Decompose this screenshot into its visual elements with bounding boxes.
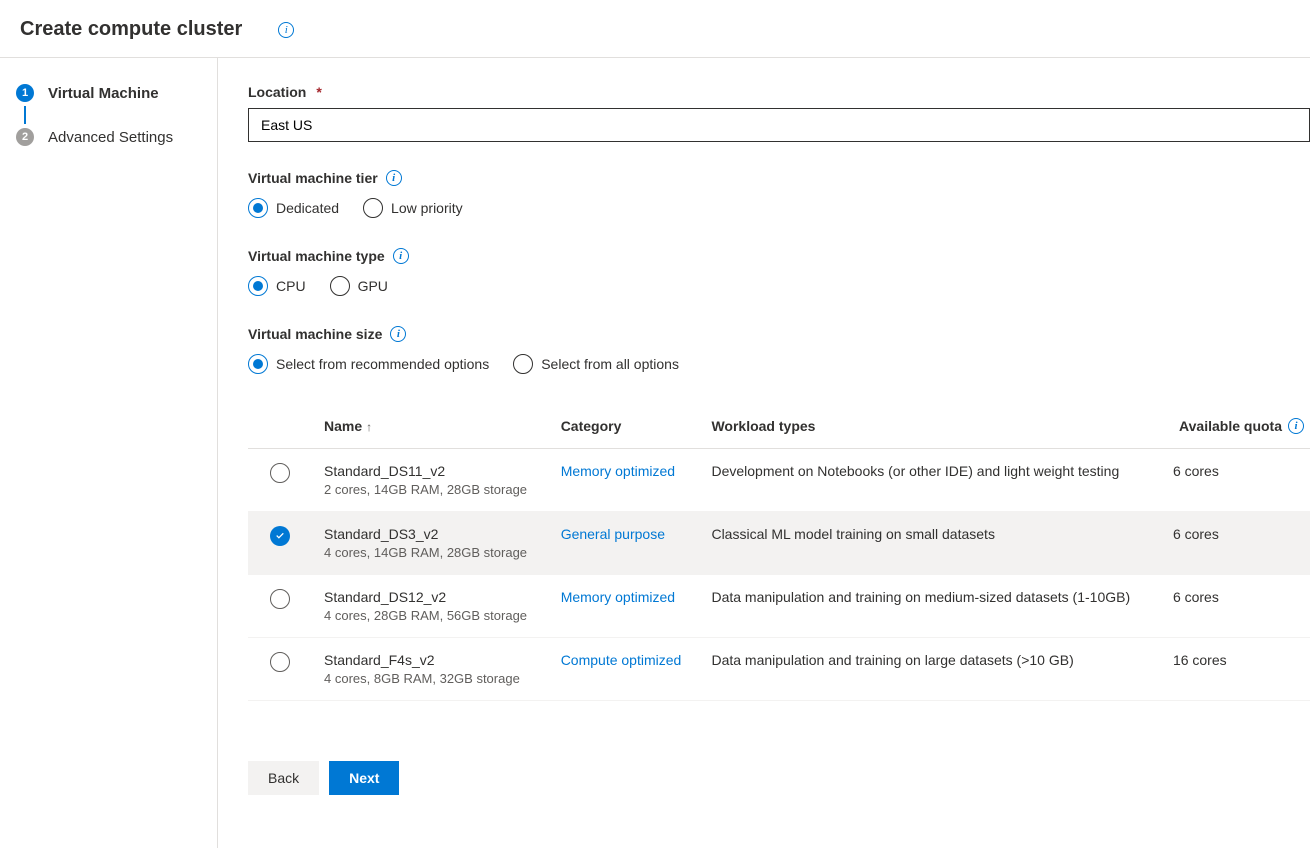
info-icon[interactable]: i (278, 22, 294, 38)
vm-size-spec: 2 cores, 14GB RAM, 28GB storage (324, 482, 537, 497)
quota-cell: 16 cores (1161, 638, 1310, 701)
page-header: Create compute cluster i (0, 0, 1310, 57)
checkmark-icon (274, 530, 286, 542)
name-cell: Standard_DS12_v2 4 cores, 28GB RAM, 56GB … (312, 575, 549, 638)
step-label: Virtual Machine (48, 85, 159, 102)
column-category[interactable]: Category (549, 404, 700, 449)
table-row[interactable]: Standard_DS11_v2 2 cores, 14GB RAM, 28GB … (248, 449, 1310, 512)
required-indicator: * (316, 84, 321, 100)
info-icon[interactable]: i (1288, 418, 1304, 434)
wizard-footer: Back Next (248, 761, 1310, 795)
main-panel: Location* Virtual machine tier i Dedicat… (218, 58, 1310, 848)
info-icon[interactable]: i (386, 170, 402, 186)
vm-size-name: Standard_DS11_v2 (324, 463, 537, 479)
workload-cell: Data manipulation and training on large … (699, 638, 1160, 701)
back-button[interactable]: Back (248, 761, 319, 795)
vm-type-label: Virtual machine type i (248, 248, 1310, 264)
wizard-step-advanced-settings[interactable]: 2 Advanced Settings (16, 128, 217, 146)
info-icon[interactable]: i (393, 248, 409, 264)
workload-cell: Data manipulation and training on medium… (699, 575, 1160, 638)
name-cell: Standard_DS3_v2 4 cores, 14GB RAM, 28GB s… (312, 512, 549, 575)
vm-size-table: Name↑ Category Workload types Available … (248, 404, 1310, 701)
category-link[interactable]: Compute optimized (561, 652, 682, 668)
row-select-radio[interactable] (270, 652, 290, 672)
step-connector (24, 106, 26, 124)
radio-icon (513, 354, 533, 374)
vm-size-name: Standard_F4s_v2 (324, 652, 537, 668)
location-select[interactable] (248, 108, 1310, 142)
row-select-radio[interactable] (270, 526, 290, 546)
radio-icon (248, 198, 268, 218)
column-quota[interactable]: Available quotai (1161, 404, 1310, 449)
column-select (248, 404, 312, 449)
vm-size-name: Standard_DS12_v2 (324, 589, 537, 605)
radio-recommended-options[interactable]: Select from recommended options (248, 354, 489, 374)
step-circle-icon: 2 (16, 128, 34, 146)
name-cell: Standard_DS11_v2 2 cores, 14GB RAM, 28GB … (312, 449, 549, 512)
quota-cell: 6 cores (1161, 575, 1310, 638)
step-circle-icon: 1 (16, 84, 34, 102)
radio-icon (248, 276, 268, 296)
sort-ascending-icon: ↑ (366, 420, 372, 434)
category-link[interactable]: Memory optimized (561, 589, 675, 605)
wizard-sidebar: 1 Virtual Machine 2 Advanced Settings (0, 58, 218, 848)
vm-size-spec: 4 cores, 14GB RAM, 28GB storage (324, 545, 537, 560)
column-workload[interactable]: Workload types (699, 404, 1160, 449)
column-name[interactable]: Name↑ (312, 404, 549, 449)
vm-tier-radio-group: Dedicated Low priority (248, 198, 1310, 218)
radio-cpu[interactable]: CPU (248, 276, 306, 296)
row-select-radio[interactable] (270, 589, 290, 609)
vm-size-spec: 4 cores, 8GB RAM, 32GB storage (324, 671, 537, 686)
name-cell: Standard_F4s_v2 4 cores, 8GB RAM, 32GB st… (312, 638, 549, 701)
row-select-radio[interactable] (270, 463, 290, 483)
vm-size-spec: 4 cores, 28GB RAM, 56GB storage (324, 608, 537, 623)
radio-icon (330, 276, 350, 296)
next-button[interactable]: Next (329, 761, 399, 795)
category-link[interactable]: General purpose (561, 526, 665, 542)
radio-low-priority[interactable]: Low priority (363, 198, 463, 218)
vm-type-radio-group: CPU GPU (248, 276, 1310, 296)
quota-cell: 6 cores (1161, 449, 1310, 512)
quota-cell: 6 cores (1161, 512, 1310, 575)
radio-gpu[interactable]: GPU (330, 276, 388, 296)
radio-icon (248, 354, 268, 374)
vm-size-label: Virtual machine size i (248, 326, 1310, 342)
radio-all-options[interactable]: Select from all options (513, 354, 679, 374)
vm-size-name: Standard_DS3_v2 (324, 526, 537, 542)
table-row[interactable]: Standard_F4s_v2 4 cores, 8GB RAM, 32GB st… (248, 638, 1310, 701)
wizard-step-virtual-machine[interactable]: 1 Virtual Machine (16, 84, 217, 102)
step-label: Advanced Settings (48, 129, 173, 146)
vm-size-radio-group: Select from recommended options Select f… (248, 354, 1310, 374)
category-link[interactable]: Memory optimized (561, 463, 675, 479)
workload-cell: Classical ML model training on small dat… (699, 512, 1160, 575)
page-title: Create compute cluster (20, 18, 242, 41)
workload-cell: Development on Notebooks (or other IDE) … (699, 449, 1160, 512)
table-row[interactable]: Standard_DS3_v2 4 cores, 14GB RAM, 28GB s… (248, 512, 1310, 575)
info-icon[interactable]: i (390, 326, 406, 342)
location-label: Location* (248, 84, 1310, 100)
table-row[interactable]: Standard_DS12_v2 4 cores, 28GB RAM, 56GB … (248, 575, 1310, 638)
radio-icon (363, 198, 383, 218)
vm-tier-label: Virtual machine tier i (248, 170, 1310, 186)
radio-dedicated[interactable]: Dedicated (248, 198, 339, 218)
